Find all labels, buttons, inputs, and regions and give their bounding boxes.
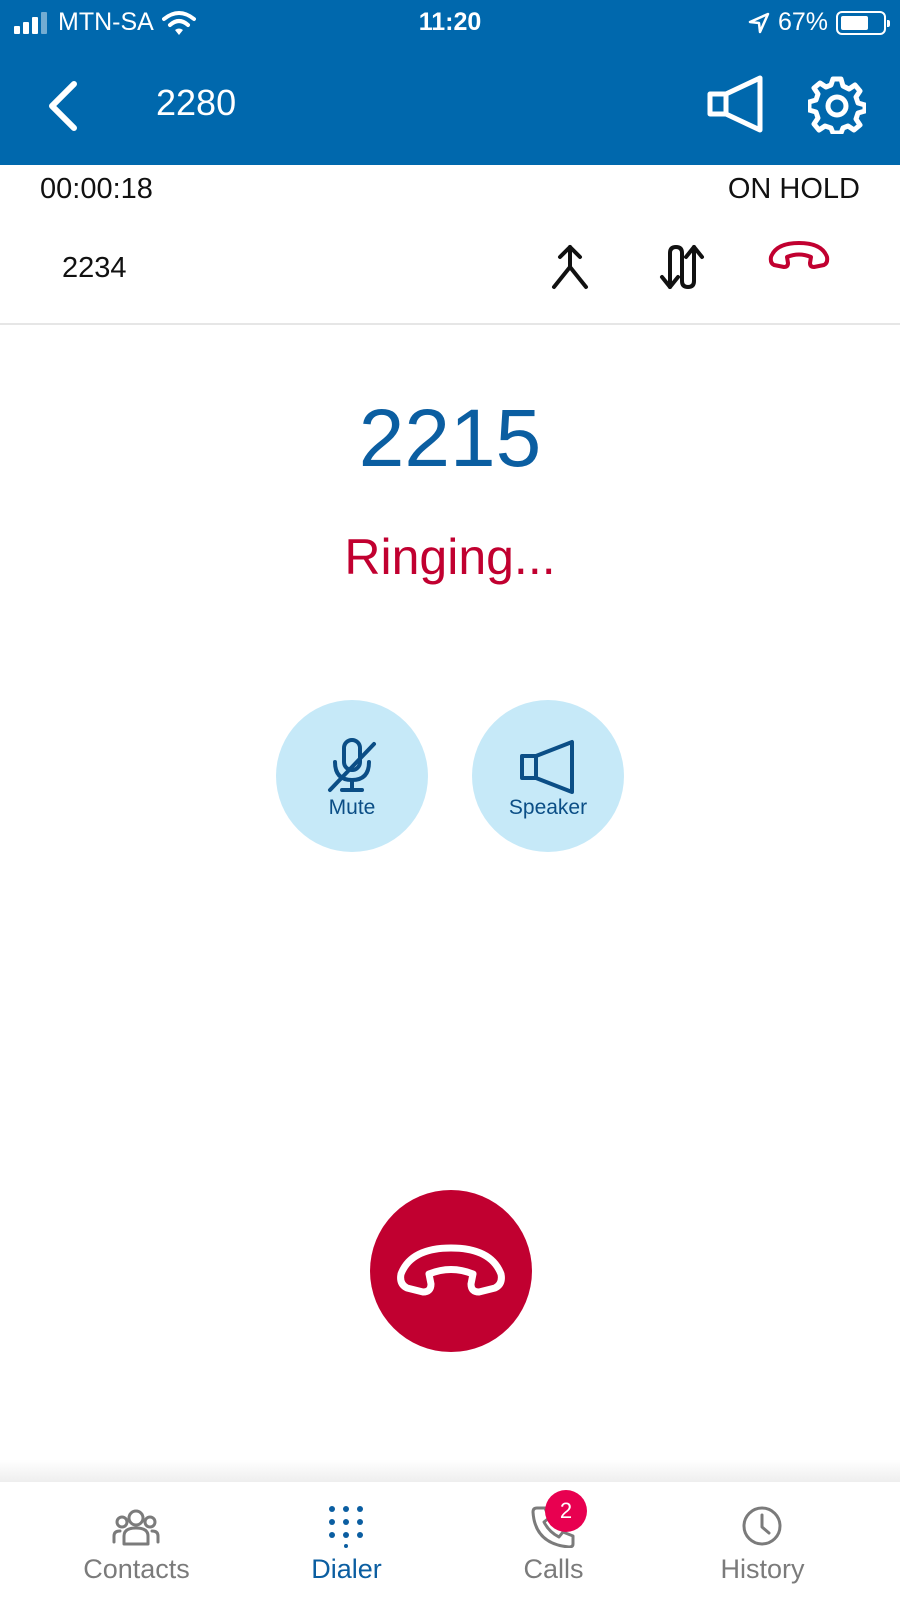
nav-divider [0, 1460, 900, 1482]
mute-label: Mute [328, 796, 376, 819]
swap-call-icon[interactable] [656, 243, 708, 291]
merge-call-icon[interactable] [548, 243, 592, 291]
hangup-icon [397, 1244, 505, 1296]
held-call-number: 2234 [62, 252, 127, 284]
nav-label-dialer: Dialer [311, 1554, 382, 1584]
status-bar: MTN-SA 11:20 67% [0, 0, 900, 44]
battery-icon [836, 10, 890, 35]
battery-percent: 67% [777, 8, 828, 36]
speaker-icon[interactable] [706, 74, 766, 134]
clock-icon [742, 1506, 782, 1546]
battery-fill [841, 15, 868, 30]
mute-button[interactable]: Mute [276, 700, 428, 852]
active-call-number: 2215 [358, 393, 542, 484]
dialpad-icon [329, 1506, 363, 1548]
held-call-status: ON HOLD [727, 173, 860, 205]
location-arrow-icon [748, 12, 770, 33]
speaker-icon [520, 740, 574, 794]
active-call-status: Ringing... [344, 529, 556, 585]
nav-dialer[interactable]: Dialer [234, 1482, 459, 1600]
contacts-icon [112, 1509, 160, 1546]
nav-calls[interactable]: 2 Calls [441, 1482, 666, 1600]
hangup-held-icon[interactable] [766, 237, 832, 275]
nav-history[interactable]: History [650, 1482, 875, 1600]
speaker-button[interactable]: Speaker [472, 700, 624, 852]
app-header: 2280 [0, 44, 900, 165]
nav-label-history: History [720, 1554, 805, 1584]
header-title: 2280 [156, 82, 237, 123]
status-right: 67% [748, 8, 890, 37]
held-call-row: 00:00:18 ON HOLD 2234 [0, 165, 900, 325]
nav-contacts[interactable]: Contacts [24, 1482, 249, 1600]
bottom-nav: Contacts Dialer 2 Calls History [0, 1482, 900, 1600]
mute-icon [328, 738, 376, 792]
gear-icon[interactable] [808, 76, 866, 134]
speaker-label: Speaker [508, 796, 588, 819]
back-icon[interactable] [40, 78, 90, 134]
end-call-button[interactable] [370, 1190, 532, 1352]
held-call-timer: 00:00:18 [40, 173, 153, 205]
nav-label-calls: Calls [523, 1554, 584, 1584]
nav-label-contacts: Contacts [83, 1554, 190, 1584]
calls-badge: 2 [545, 1490, 587, 1532]
